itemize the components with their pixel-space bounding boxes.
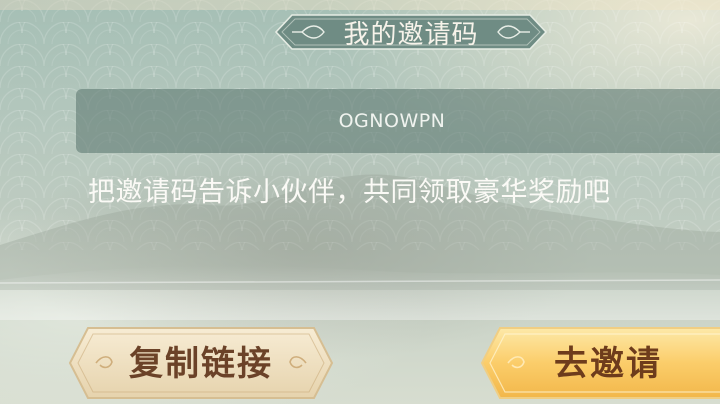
go-invite-label: 去邀请 <box>554 343 662 384</box>
invite-code-box[interactable]: OGNOWPN <box>76 89 720 153</box>
copy-link-button[interactable]: 复制链接 <box>66 322 336 404</box>
go-invite-button[interactable]: 去邀请 <box>478 322 720 404</box>
invite-code: OGNOWPN <box>338 110 446 132</box>
title-banner: 我的邀请码 <box>262 12 560 52</box>
invite-hint-text: 把邀请码告诉小伙伴，共同领取豪华奖励吧 <box>88 177 611 208</box>
page-title: 我的邀请码 <box>343 19 479 50</box>
panel-top-edge <box>0 0 720 10</box>
copy-link-label: 复制链接 <box>129 343 273 384</box>
